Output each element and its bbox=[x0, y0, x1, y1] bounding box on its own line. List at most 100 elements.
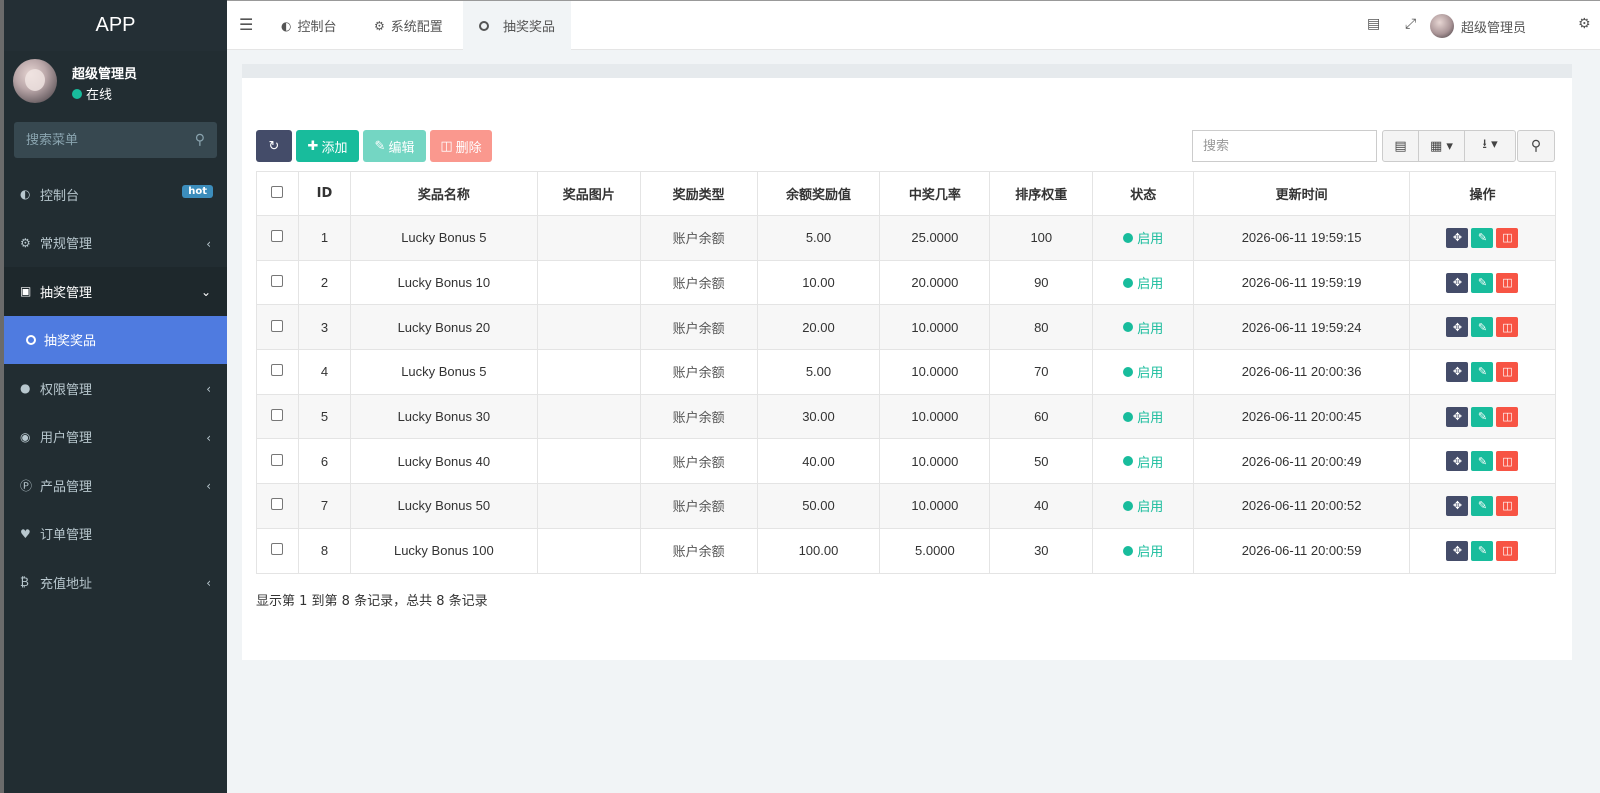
move-icon: ✥ bbox=[1452, 366, 1463, 379]
sidebar-item-products[interactable]: Ⓟ 产品管理 ‹ bbox=[4, 461, 227, 510]
row-edit-button[interactable]: ✎ bbox=[1471, 317, 1494, 338]
drag-sort-button[interactable]: ✥ bbox=[1446, 361, 1469, 382]
user-name: 超级管理员 bbox=[72, 67, 138, 82]
columns-button[interactable]: ▦ ▾ bbox=[1419, 131, 1465, 161]
table-search-input[interactable] bbox=[1192, 130, 1377, 162]
cell-type: 账户余额 bbox=[639, 349, 758, 395]
tab-dashboard[interactable]: ◐ 控制台 bbox=[265, 1, 353, 50]
sidebar-item-recharge-address[interactable]: ₿ 充值地址 ‹ bbox=[4, 558, 227, 607]
sidebar-item-users[interactable]: ◉ 用户管理 ‹ bbox=[4, 413, 227, 462]
column-header[interactable]: 奖品名称 bbox=[349, 171, 538, 216]
row-edit-button[interactable]: ✎ bbox=[1471, 451, 1494, 472]
row-edit-button[interactable]: ✎ bbox=[1471, 361, 1494, 382]
status-badge[interactable]: 启用 bbox=[1123, 496, 1163, 515]
cell-type: 账户余额 bbox=[639, 527, 758, 574]
row-delete-button[interactable]: ◫ bbox=[1496, 406, 1519, 427]
drag-sort-button[interactable]: ✥ bbox=[1446, 495, 1469, 516]
column-header[interactable]: 余额奖励值 bbox=[756, 171, 881, 216]
tab-system-config[interactable]: ⚙ 系统配置 bbox=[358, 1, 459, 50]
toggle-view-button[interactable]: ▤ bbox=[1383, 131, 1419, 161]
drag-sort-button[interactable]: ✥ bbox=[1446, 227, 1469, 248]
column-header[interactable]: 更新时间 bbox=[1193, 171, 1410, 216]
row-select-cell bbox=[256, 259, 299, 306]
table-row[interactable]: 4 Lucky Bonus 5 账户余额 5.00 10.0000 70 启用 2026-06… bbox=[256, 349, 1557, 395]
cell-image bbox=[536, 438, 641, 485]
menu-search-input[interactable] bbox=[26, 132, 176, 148]
table-row[interactable]: 3 Lucky Bonus 20 账户余额 20.00 10.0000 80 启用 2026-… bbox=[256, 304, 1557, 351]
drag-sort-button[interactable]: ✥ bbox=[1446, 451, 1469, 472]
drag-sort-button[interactable]: ✥ bbox=[1446, 540, 1469, 561]
cell-rate: 20.0000 bbox=[879, 259, 991, 306]
column-header[interactable]: 奖励类型 bbox=[639, 171, 758, 216]
cell-name: Lucky Bonus 50 bbox=[349, 483, 538, 529]
topbar-user-name[interactable]: 超级管理员 bbox=[1461, 17, 1526, 36]
row-checkbox[interactable] bbox=[271, 364, 284, 377]
row-checkbox[interactable] bbox=[271, 409, 284, 422]
row-edit-button[interactable]: ✎ bbox=[1471, 495, 1494, 516]
sidebar-item-lottery-prizes[interactable]: 抽奖奖品 bbox=[4, 315, 227, 364]
column-header[interactable]: 奖品图片 bbox=[536, 171, 641, 216]
add-button[interactable]: ✚ 添加 bbox=[296, 130, 359, 162]
refresh-button[interactable]: ↻ bbox=[256, 130, 292, 162]
sidebar-item-general[interactable]: ⚙ 常规管理 ‹ bbox=[4, 219, 227, 268]
status-badge[interactable]: 启用 bbox=[1123, 452, 1163, 471]
status-badge[interactable]: 启用 bbox=[1123, 318, 1163, 337]
cell-amount: 100.00 bbox=[756, 527, 881, 574]
table-header-row: ID 奖品名称 奖品图片 奖励类型 余额奖励值 中奖几率 排序权重 状态 更新时… bbox=[256, 171, 1557, 216]
search-icon[interactable]: ⚲ bbox=[195, 132, 205, 148]
table-row[interactable]: 5 Lucky Bonus 30 账户余额 30.00 10.0000 60 启用 2026-… bbox=[256, 393, 1557, 440]
tab-lottery-prizes[interactable]: 抽奖奖品 bbox=[463, 1, 572, 50]
status-badge[interactable]: 启用 bbox=[1123, 407, 1163, 426]
chevron-left-icon: ‹ bbox=[206, 236, 211, 251]
app-logo[interactable]: APP bbox=[4, 0, 227, 51]
select-all-checkbox[interactable] bbox=[271, 185, 284, 198]
translate-icon[interactable]: ▤ bbox=[1367, 16, 1380, 32]
row-delete-button[interactable]: ◫ bbox=[1496, 317, 1519, 338]
advanced-search-button[interactable]: ⚲ bbox=[1517, 130, 1555, 162]
table-row[interactable]: 6 Lucky Bonus 40 账户余额 40.00 10.0000 50 启用 2026-… bbox=[256, 438, 1557, 485]
sidebar-item-lottery[interactable]: ▣ 抽奖管理 ⌄ bbox=[4, 267, 227, 316]
row-delete-button[interactable]: ◫ bbox=[1496, 227, 1519, 248]
row-checkbox[interactable] bbox=[271, 498, 284, 511]
row-edit-button[interactable]: ✎ bbox=[1471, 227, 1494, 248]
drag-sort-button[interactable]: ✥ bbox=[1446, 317, 1469, 338]
column-header[interactable]: 状态 bbox=[1092, 171, 1195, 216]
row-delete-button[interactable]: ◫ bbox=[1496, 495, 1519, 516]
drag-sort-button[interactable]: ✥ bbox=[1446, 406, 1469, 427]
delete-button[interactable]: ◫ 删除 bbox=[430, 130, 492, 162]
table-row[interactable]: 1 Lucky Bonus 5 账户余额 5.00 25.0000 100 启用 2026-0… bbox=[256, 215, 1557, 261]
sidebar-item-dashboard[interactable]: ◐ 控制台 hot bbox=[4, 170, 227, 219]
column-header[interactable]: 排序权重 bbox=[989, 171, 1094, 216]
table-row[interactable]: 7 Lucky Bonus 50 账户余额 50.00 10.0000 40 启用 2026-… bbox=[256, 483, 1557, 529]
row-edit-button[interactable]: ✎ bbox=[1471, 272, 1494, 293]
menu-toggle-icon[interactable]: ☰ bbox=[239, 15, 253, 34]
row-checkbox[interactable] bbox=[271, 543, 284, 556]
avatar[interactable] bbox=[1430, 14, 1454, 38]
row-checkbox[interactable] bbox=[271, 453, 284, 466]
row-delete-button[interactable]: ◫ bbox=[1496, 540, 1519, 561]
column-header[interactable]: 中奖几率 bbox=[879, 171, 991, 216]
row-checkbox[interactable] bbox=[271, 230, 284, 243]
fullscreen-icon[interactable]: ⤢ bbox=[1405, 16, 1416, 32]
table-row[interactable]: 8 Lucky Bonus 100 账户余额 100.00 5.0000 30 启用 2026… bbox=[256, 527, 1557, 574]
sidebar-item-orders[interactable]: ♥ 订单管理 bbox=[4, 510, 227, 559]
edit-button[interactable]: ✎ 编辑 bbox=[363, 130, 426, 162]
status-badge[interactable]: 启用 bbox=[1123, 228, 1163, 247]
cogs-icon[interactable]: ⚙ bbox=[1578, 16, 1591, 32]
status-badge[interactable]: 启用 bbox=[1123, 362, 1163, 381]
row-edit-button[interactable]: ✎ bbox=[1471, 406, 1494, 427]
status-badge[interactable]: 启用 bbox=[1123, 541, 1163, 560]
status-badge[interactable]: 启用 bbox=[1123, 273, 1163, 292]
status-dot-icon bbox=[1123, 545, 1134, 556]
row-delete-button[interactable]: ◫ bbox=[1496, 272, 1519, 293]
row-delete-button[interactable]: ◫ bbox=[1496, 451, 1519, 472]
row-checkbox[interactable] bbox=[271, 319, 284, 332]
row-delete-button[interactable]: ◫ bbox=[1496, 361, 1519, 382]
table-row[interactable]: 2 Lucky Bonus 10 账户余额 10.00 20.0000 90 启用 2026-… bbox=[256, 259, 1557, 306]
column-header[interactable]: ID bbox=[297, 171, 351, 216]
row-edit-button[interactable]: ✎ bbox=[1471, 540, 1494, 561]
sidebar-item-permissions[interactable]: ● 权限管理 ‹ bbox=[4, 364, 227, 413]
drag-sort-button[interactable]: ✥ bbox=[1446, 272, 1469, 293]
row-checkbox[interactable] bbox=[271, 275, 284, 288]
export-button[interactable]: ⭳ ▾ bbox=[1465, 131, 1515, 161]
